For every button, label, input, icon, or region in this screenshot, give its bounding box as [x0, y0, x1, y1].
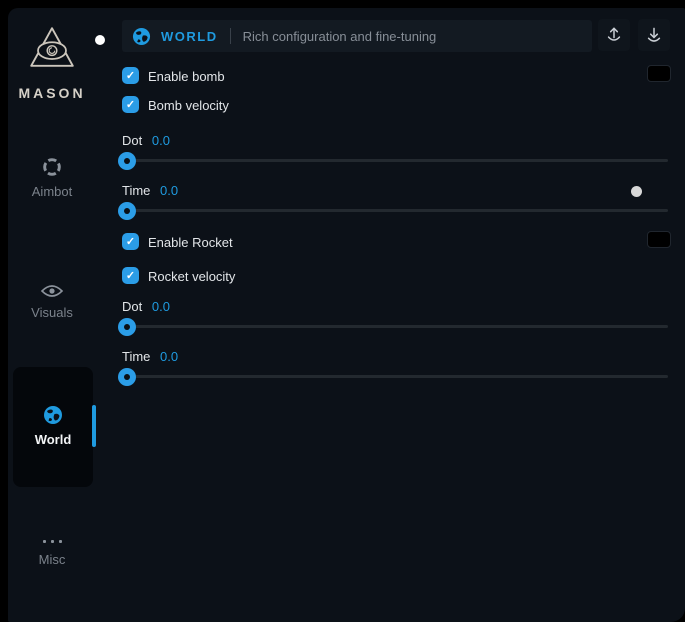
slider-value: 0.0: [160, 349, 178, 364]
slider-name: Time: [122, 349, 150, 364]
check-icon: ✓: [126, 235, 135, 248]
time-slider-thumb[interactable]: [118, 202, 136, 220]
check-icon: ✓: [126, 269, 135, 282]
checkbox-label: Rocket velocity: [148, 269, 235, 284]
sidebar-item-visuals[interactable]: Visuals: [8, 283, 96, 320]
dot-slider-track[interactable]: [122, 159, 668, 162]
checkbox-label: Enable Rocket: [148, 235, 233, 250]
bomb-color-swatch[interactable]: [647, 65, 671, 82]
check-icon: ✓: [126, 69, 135, 82]
cursor-dot: [631, 186, 642, 197]
dot-slider-thumb[interactable]: [118, 318, 136, 336]
rocket-color-swatch[interactable]: [647, 231, 671, 248]
slider-name: Dot: [122, 133, 142, 148]
check-icon: ✓: [126, 98, 135, 111]
enable-bomb-checkbox[interactable]: ✓: [122, 67, 139, 84]
dot-slider-track[interactable]: [122, 325, 668, 328]
sidebar-item-world[interactable]: World: [13, 367, 93, 487]
cursor-dot: [95, 35, 105, 45]
crosshair-icon: [41, 156, 63, 178]
slider-label: Dot 0.0: [122, 299, 170, 314]
brand-logo-eye-in-triangle-icon: [28, 24, 76, 74]
time-slider-thumb[interactable]: [118, 368, 136, 386]
time-slider-track[interactable]: [122, 209, 668, 212]
slider-value: 0.0: [152, 299, 170, 314]
app-window: MASON Aimbot Visuals World Misc: [8, 8, 685, 622]
dot-slider-thumb[interactable]: [118, 152, 136, 170]
rocket-velocity-checkbox[interactable]: ✓: [122, 267, 139, 284]
globe-icon: [43, 405, 63, 425]
upload-icon: [604, 25, 624, 45]
sidebar-item-label: World: [35, 432, 72, 447]
slider-name: Dot: [122, 299, 142, 314]
page-header: WORLD Rich configuration and fine-tuning: [122, 20, 592, 52]
slider-name: Time: [122, 183, 150, 198]
page-title: WORLD: [161, 29, 218, 44]
export-config-button[interactable]: [598, 19, 630, 51]
sidebar-item-label: Misc: [39, 552, 66, 567]
sidebar-item-label: Aimbot: [32, 184, 72, 199]
slider-value: 0.0: [152, 133, 170, 148]
import-config-button[interactable]: [638, 19, 670, 51]
slider-label: Time 0.0: [122, 349, 178, 364]
download-icon: [644, 25, 664, 45]
bomb-velocity-checkbox[interactable]: ✓: [122, 96, 139, 113]
checkbox-label: Bomb velocity: [148, 98, 229, 113]
checkbox-label: Enable bomb: [148, 69, 225, 84]
time-slider-track[interactable]: [122, 375, 668, 378]
enable-rocket-checkbox[interactable]: ✓: [122, 233, 139, 250]
slider-value: 0.0: [160, 183, 178, 198]
ellipsis-icon: [43, 536, 62, 546]
globe-icon: [132, 27, 151, 46]
eye-icon: [40, 283, 64, 299]
sidebar-item-misc[interactable]: Misc: [8, 536, 96, 567]
slider-label: Time 0.0: [122, 183, 178, 198]
brand-name: MASON: [16, 85, 88, 101]
divider: [230, 28, 231, 44]
page-subtitle: Rich configuration and fine-tuning: [243, 29, 437, 44]
slider-label: Dot 0.0: [122, 133, 170, 148]
sidebar-item-aimbot[interactable]: Aimbot: [8, 156, 96, 199]
active-tab-indicator: [92, 405, 96, 447]
sidebar-item-label: Visuals: [31, 305, 73, 320]
